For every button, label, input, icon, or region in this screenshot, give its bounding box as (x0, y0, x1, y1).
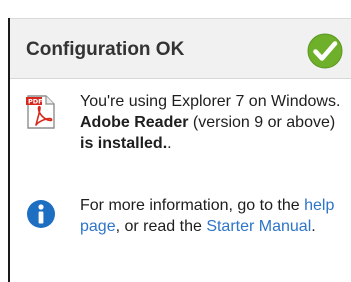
info-icon (26, 199, 56, 234)
trailing-period: . (167, 135, 172, 152)
status-panel: Configuration OK PDF You're using Explor… (10, 18, 351, 282)
pdf-document-icon: PDF (26, 95, 56, 134)
help-trailing-period: . (311, 218, 316, 235)
help-intro-text: For more information, go to the (80, 197, 305, 214)
reader-name: Adobe Reader (80, 114, 189, 131)
configuration-status-widget: Configuration OK PDF You're using Explor… (0, 0, 351, 282)
status-header: Configuration OK (10, 19, 351, 79)
status-title: Configuration OK (26, 39, 185, 60)
reader-version-text: (version 9 or above) (188, 114, 336, 131)
starter-manual-link[interactable]: Starter Manual (206, 218, 311, 235)
check-circle-icon (307, 33, 343, 69)
browser-info-text: You're using Explorer 7 on Windows. (80, 93, 341, 110)
reader-status-message: You're using Explorer 7 on Windows. Adob… (80, 91, 345, 154)
help-message: For more information, go to the help pag… (80, 195, 345, 237)
installed-status: is installed. (80, 135, 168, 152)
svg-text:PDF: PDF (28, 98, 43, 106)
help-middle-text: , or read the (115, 218, 207, 235)
